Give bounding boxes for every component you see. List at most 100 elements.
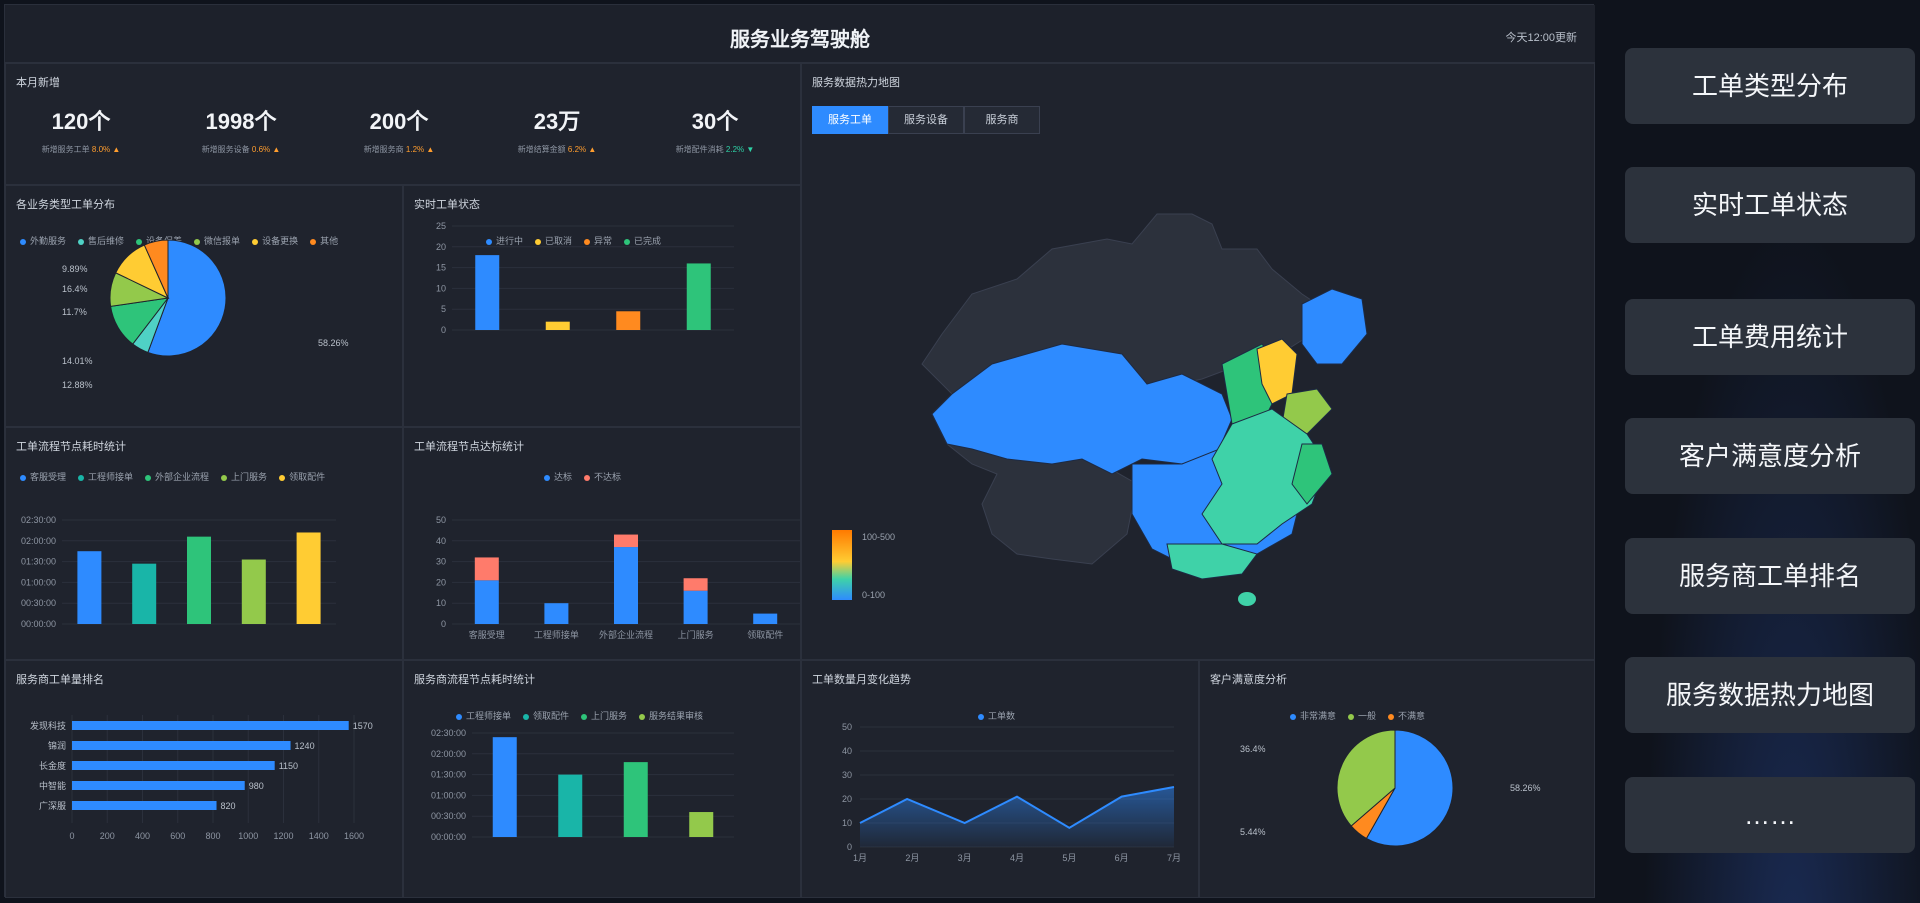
bar[interactable] [474,580,499,624]
map-region-hainan [1238,592,1256,606]
arrow-up-icon: ▲ [270,145,281,154]
bar[interactable] [623,762,648,837]
page-title: 服务业务驾驶舱 [730,29,870,51]
pie-label: 11.7% [62,307,87,317]
provider-rank-panel: 服务商工单量排名 0 200 400 600 800 1000 1200 1400 1600 发现… [5,660,403,898]
bar[interactable] [187,536,211,624]
bar[interactable] [683,578,708,591]
trend-chart: 0 10 20 30 40 50 1月 2月 3月 4月 5月 6月 7月 [842,722,1181,863]
bar[interactable] [492,737,517,837]
order-status-panel: 实时工单状态 进行中 已取消 异常 已完成 0 5 10 15 20 25 [403,185,801,427]
bar[interactable] [296,532,321,624]
kpi-label-text: 新增服务设备 [201,145,252,154]
bar[interactable] [686,263,711,330]
x-tick-label: 1200 [273,831,293,841]
heat-scale-high: 100-500 [862,532,895,542]
bar-value-label: 1570 [353,721,373,731]
bar[interactable] [72,801,217,810]
bar[interactable] [474,557,499,581]
x-tick-label: 1月 [853,853,867,863]
bar[interactable] [72,781,245,790]
bar[interactable] [614,534,638,548]
chart-group: 00:00:00 00:30:00 01:00:00 01:30:00 02:00:00… [21,515,336,629]
kpi-value: 120个 [51,109,111,134]
x-tick-label: 外部企业流程 [599,629,653,640]
flow-sla-chart: 0 10 20 30 40 50 客服受理 工程师接单 外部企业流程 上门服务 领取配件 [436,515,800,640]
map-region-blue-northeast [1301,288,1368,365]
pie-label: 16.4% [62,284,88,294]
bar[interactable] [683,590,708,624]
y-tick-label: 02:30:00 [431,728,466,738]
bar[interactable] [753,613,778,624]
menu-button[interactable]: 客户满意度分析 [1625,418,1915,494]
pie-label: 58.26% [318,338,349,348]
y-tick-label: 0 [441,619,446,629]
x-tick-label: 客服受理 [469,629,505,640]
bar[interactable] [132,563,157,624]
kpi-label-text: 新增配件消耗 [675,145,726,154]
y-tick-label: 10 [842,818,852,828]
bar[interactable] [72,741,291,750]
x-tick-label: 4月 [1010,853,1024,863]
kpi-change: 2.2% [725,145,745,154]
chart-group: 0 5 10 15 20 25 [436,221,734,335]
x-tick-label: 上门服务 [678,629,714,640]
pie-label: 36.4% [1240,744,1266,754]
menu-button[interactable]: 实时工单状态 [1625,167,1915,243]
bar[interactable] [558,774,583,837]
menu-button[interactable]: 服务商工单排名 [1625,538,1915,614]
x-tick-label: 7月 [1167,853,1181,863]
y-tick-label: 25 [436,221,446,231]
x-tick-label: 工程师接单 [534,629,579,640]
bar-value-label: 980 [249,781,264,791]
y-tick-label: 20 [436,577,446,587]
kpi-label: 新增配件消耗 2.2% ▼ [640,144,790,155]
kpi-value: 1998个 [205,109,277,134]
y-tick-label: 0 [847,842,852,852]
y-tick-label: 锦润 [48,740,66,751]
menu-button[interactable]: 工单费用统计 [1625,299,1915,375]
kpi-label-text: 新增结算金额 [517,145,568,154]
bar[interactable] [241,559,266,624]
bar[interactable] [689,812,714,837]
order-status-chart: 0 5 10 15 20 25 [436,221,734,335]
bar[interactable] [77,551,102,624]
kpi-title: 本月新增 [16,77,60,89]
y-tick-label: 5 [441,304,446,314]
bar[interactable] [475,255,500,330]
y-tick-label: 40 [842,746,852,756]
x-tick-label: 3月 [958,853,972,863]
y-tick-label: 50 [842,722,852,732]
x-tick-label: 400 [135,831,150,841]
bar-value-label: 820 [221,801,236,811]
flow-time-chart: 00:00:00 00:30:00 01:00:00 01:30:00 02:00:00… [21,515,336,629]
y-tick-label: 02:30:00 [21,515,56,525]
bar[interactable] [545,321,570,330]
y-tick-label: 01:30:00 [431,770,466,780]
y-tick-label: 01:00:00 [431,790,466,800]
kpi-change: 8.0% [91,145,111,154]
bar[interactable] [72,721,349,730]
kpi-2: 200个 新增服务商 1.2% ▲ [324,104,474,155]
arrow-up-icon: ▲ [586,145,597,154]
dashboard: 服务业务驾驶舱 今天12:00更新 本月新增 120个 新增服务工单 8.0% ▲… [4,4,1595,898]
y-tick-label: 0 [441,325,446,335]
kpi-change: 1.2% [405,145,425,154]
chart-group: 00:00:00 00:30:00 01:00:00 01:30:00 02:00:00… [431,728,734,842]
bar[interactable] [544,603,569,624]
business-type-panel: 各业务类型工单分布 外勤服务售后维修设备保养微信报单设备更换其他 9.89%16… [5,185,403,427]
bar[interactable] [72,761,275,770]
menu-button[interactable]: …… [1625,777,1915,853]
provider-rank-chart: 0 200 400 600 800 1000 1200 1400 1600 发现科技 1570 锦润 1… [30,715,373,841]
y-tick-label: 01:30:00 [21,557,56,567]
kpi-4: 30个 新增配件消耗 2.2% ▼ [640,104,790,155]
menu-button[interactable]: 工单类型分布 [1625,48,1915,124]
chart-group: 0 10 20 30 40 50 客服受理 工程师接单 外部企业流程 上门服务 领取配件 [436,515,800,640]
stage: { "header":{"title":"服务业务驾驶舱","update":"… [0,0,1920,903]
bar[interactable] [614,547,638,624]
y-tick-label: 00:00:00 [21,619,56,629]
menu-button[interactable]: 服务数据热力地图 [1625,657,1915,733]
bar[interactable] [616,311,641,330]
x-tick-label: 1000 [238,831,258,841]
china-heat-map: 100-500 0-100 [832,213,1368,606]
